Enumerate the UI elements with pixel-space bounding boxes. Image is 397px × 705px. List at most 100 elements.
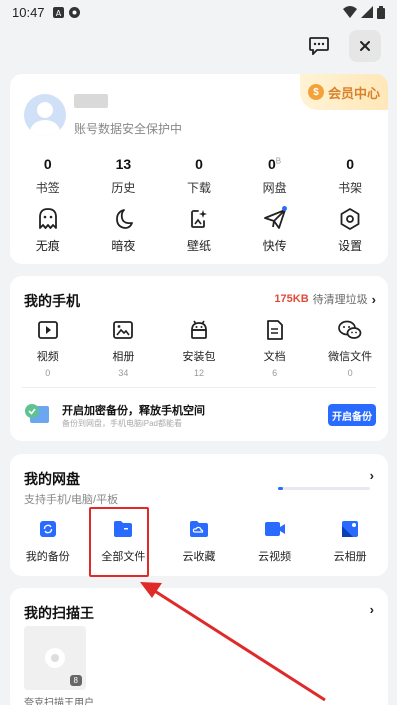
disk-item-cloud-video[interactable]: 云视频 [237, 520, 313, 564]
phone-item-apk[interactable]: 安装包 12 [161, 320, 237, 378]
item-label: 相册 [112, 351, 135, 363]
document-icon [266, 320, 283, 340]
username[interactable] [74, 94, 108, 108]
vip-center-button[interactable]: $ 会员中心 [300, 74, 388, 110]
vip-coin-icon: $ [307, 84, 324, 100]
stat-number: 13 [115, 156, 132, 172]
my-scanner-card: 我的扫描王 › 8 夸克扫描王用户 [10, 588, 388, 705]
cloud-album-icon [342, 521, 359, 537]
android-icon [191, 320, 207, 339]
item-count: 34 [118, 368, 129, 378]
tool-night-mode[interactable]: 暗夜 [86, 208, 162, 254]
section-title: 我的手机 [24, 293, 80, 309]
storage-progress-fill [278, 487, 283, 490]
message-button[interactable] [303, 30, 335, 62]
album-icon [113, 321, 134, 339]
stat-number-wrap: 0B [237, 156, 313, 172]
section-subtitle: 支持手机/电脑/平板 [24, 494, 119, 506]
new-badge-dot [281, 206, 287, 211]
tool-label: 暗夜 [111, 239, 136, 253]
item-count: 0 [347, 368, 353, 378]
placeholder-image-icon [45, 648, 65, 668]
item-count: 6 [272, 368, 278, 378]
ghost-icon [38, 208, 57, 229]
stat-number: 0 [43, 156, 52, 172]
stat-label: 网盘 [262, 181, 287, 195]
stat-downloads[interactable]: 0 下载 [161, 156, 237, 196]
item-label: 微信文件 [328, 351, 373, 363]
phone-item-video[interactable]: 视频 0 [10, 320, 86, 378]
backup-title: 开启加密备份，释放手机空间 [62, 405, 205, 417]
disk-item-backup[interactable]: 我的备份 [10, 520, 86, 564]
tool-label: 壁纸 [186, 239, 211, 253]
wechat-icon [338, 320, 362, 339]
item-label: 文档 [263, 351, 286, 363]
signal-icon [361, 6, 373, 18]
backup-icon [39, 521, 56, 537]
section-title[interactable]: 我的网盘 [24, 469, 80, 489]
item-label: 安装包 [182, 351, 216, 363]
stat-bookshelf[interactable]: 0 书架 [312, 156, 388, 196]
tool-incognito[interactable]: 无痕 [10, 208, 86, 254]
vip-center-label: 会员中心 [327, 85, 380, 101]
phone-item-wechat[interactable]: 微信文件 0 [312, 320, 388, 378]
status-bar: 10:47 A [0, 0, 397, 24]
backup-shield-icon [25, 404, 49, 423]
scanned-doc-thumbnail[interactable]: 8 [24, 626, 86, 690]
avatar[interactable] [24, 94, 66, 136]
stat-history[interactable]: 13 历史 [86, 156, 162, 196]
chevron-right-icon: › [371, 291, 376, 307]
notification-a-icon: A [52, 6, 64, 18]
item-label: 云相册 [333, 551, 367, 563]
stat-bookmarks[interactable]: 0 书签 [10, 156, 86, 196]
stat-number: 0 [195, 156, 203, 172]
my-phone-card: 我的手机 175KB 待清理垃圾 › 视频 0 相册 34 安装包 12 文档 … [10, 276, 388, 441]
section-title[interactable]: 我的扫描王 [24, 603, 94, 623]
tool-label: 快传 [262, 239, 287, 253]
disk-item-cloud-favorite[interactable]: 云收藏 [161, 520, 237, 564]
enable-backup-button[interactable]: 开启备份 [328, 404, 376, 426]
status-indicators [343, 6, 385, 19]
close-button[interactable] [349, 30, 381, 62]
highlight-box [89, 507, 149, 577]
stat-suffix: B [275, 156, 282, 166]
chevron-right-icon[interactable]: › [370, 468, 374, 483]
item-label: 云收藏 [182, 551, 216, 563]
clean-junk-link[interactable]: 175KB 待清理垃圾 › [274, 291, 376, 307]
cloud-favorite-icon [189, 521, 208, 537]
svg-text:A: A [55, 9, 61, 18]
phone-categories: 视频 0 相册 34 安装包 12 文档 6 微信文件 0 [10, 320, 388, 378]
stat-label: 历史 [111, 181, 136, 195]
battery-icon [377, 6, 385, 19]
wifi-icon [343, 6, 357, 18]
phone-item-docs[interactable]: 文档 6 [237, 320, 313, 378]
stat-label: 下载 [186, 181, 211, 195]
moon-icon [116, 209, 134, 229]
stat-label: 书签 [35, 181, 60, 195]
tool-quick-transfer[interactable]: 快传 [237, 206, 313, 254]
disk-item-cloud-album[interactable]: 云相册 [312, 520, 388, 564]
chevron-right-icon[interactable]: › [370, 602, 374, 617]
netdisk-categories: 我的备份 全部文件 云收藏 云视频 云相册 [10, 520, 388, 564]
paper-plane-icon [263, 209, 286, 229]
tool-wallpaper[interactable]: 壁纸 [161, 208, 237, 254]
message-icon [309, 37, 329, 55]
item-count: 12 [193, 368, 204, 378]
cloud-video-icon [264, 522, 285, 536]
settings-icon [340, 208, 360, 230]
phone-item-album[interactable]: 相册 34 [86, 320, 162, 378]
tool-settings[interactable]: 设置 [312, 208, 388, 254]
item-label: 云视频 [258, 551, 292, 563]
my-netdisk-card: 我的网盘 › 支持手机/电脑/平板 我的备份 全部文件 云收藏 云视频 云相册 [10, 454, 388, 576]
item-count: 0 [45, 368, 51, 378]
video-icon [37, 321, 58, 339]
stats-row: 0 书签 13 历史 0 下载 0B 网盘 0 书架 [10, 156, 388, 196]
status-time: 10:47 [12, 4, 45, 20]
doc-name: 夸克扫描王用户 [24, 698, 94, 705]
stat-netdisk[interactable]: 0B 网盘 [237, 156, 313, 196]
item-label: 视频 [36, 351, 59, 363]
notification-app-icon [68, 6, 80, 18]
stat-number: 0 [346, 156, 355, 172]
tools-row: 无痕 暗夜 壁纸 快传 设置 [10, 206, 388, 254]
top-bar [303, 30, 381, 62]
